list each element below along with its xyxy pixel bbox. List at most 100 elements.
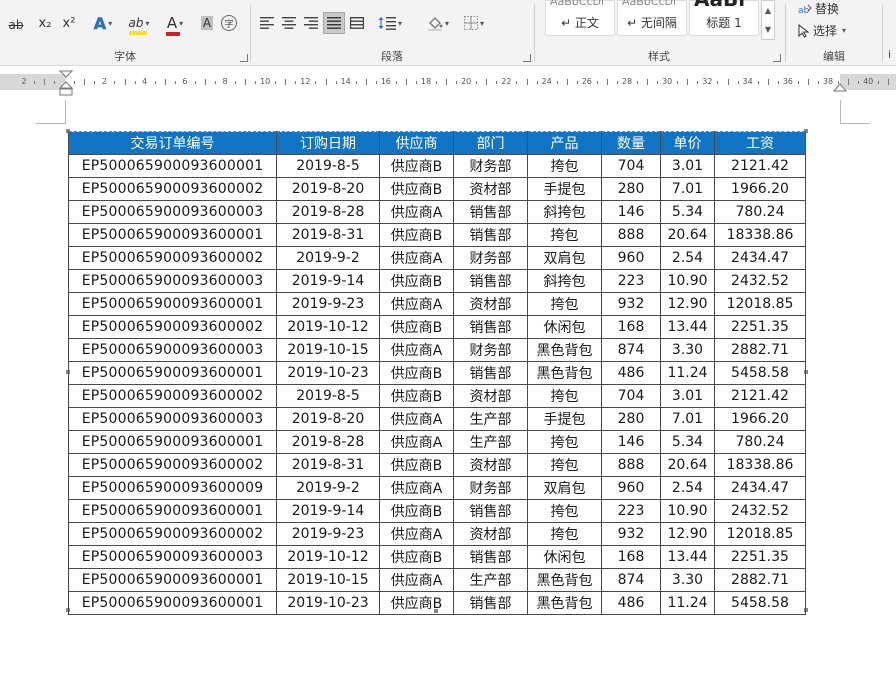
- table-cell[interactable]: EP500065900093600002: [68, 522, 277, 546]
- table-cell[interactable]: 3.30: [660, 568, 715, 592]
- column-header[interactable]: 数量: [601, 131, 661, 155]
- table-cell[interactable]: 932: [601, 522, 661, 546]
- table-cell[interactable]: EP500065900093600001: [68, 430, 277, 454]
- table-cell[interactable]: EP500065900093600003: [68, 200, 277, 224]
- table-cell[interactable]: 2019-8-28: [276, 200, 380, 224]
- table-cell[interactable]: 挎包: [527, 384, 602, 408]
- table-cell[interactable]: 资材部: [453, 453, 528, 477]
- select-button[interactable]: 选择 ▾: [798, 22, 846, 39]
- table-cell[interactable]: 3.30: [660, 338, 715, 362]
- table-cell[interactable]: 888: [601, 453, 661, 477]
- table-cell[interactable]: 供应商A: [379, 568, 454, 592]
- table-cell[interactable]: EP500065900093600003: [68, 338, 277, 362]
- table-cell[interactable]: 10.90: [660, 499, 715, 523]
- right-indent-marker-icon[interactable]: [833, 80, 847, 92]
- table-cell[interactable]: 供应商A: [379, 246, 454, 270]
- table-cell[interactable]: 资材部: [453, 522, 528, 546]
- table-cell[interactable]: 2882.71: [714, 338, 806, 362]
- column-header[interactable]: 单价: [660, 131, 715, 155]
- table-cell[interactable]: 2121.42: [714, 154, 806, 178]
- subscript-button[interactable]: x₂: [34, 12, 56, 34]
- table-cell[interactable]: 2.54: [660, 246, 715, 270]
- table-cell[interactable]: 18338.86: [714, 453, 806, 477]
- table-cell[interactable]: 7.01: [660, 177, 715, 201]
- line-spacing-button[interactable]: ▾: [373, 12, 407, 34]
- table-cell[interactable]: EP500065900093600003: [68, 269, 277, 293]
- table-cell[interactable]: 资材部: [453, 292, 528, 316]
- table-cell[interactable]: 黑色背包: [527, 338, 602, 362]
- table-cell[interactable]: 供应商B: [379, 315, 454, 339]
- table-cell[interactable]: 销售部: [453, 591, 528, 615]
- table-cell[interactable]: 斜挎包: [527, 200, 602, 224]
- distributed-button[interactable]: [347, 12, 367, 34]
- table-cell[interactable]: 146: [601, 200, 661, 224]
- table-cell[interactable]: 挎包: [527, 453, 602, 477]
- table-cell[interactable]: EP500065900093600001: [68, 292, 277, 316]
- table-cell[interactable]: 486: [601, 361, 661, 385]
- table-cell[interactable]: 2019-9-2: [276, 476, 380, 500]
- table-cell[interactable]: 2434.47: [714, 476, 806, 500]
- table-cell[interactable]: 18338.86: [714, 223, 806, 247]
- table-cell[interactable]: 生产部: [453, 430, 528, 454]
- table-cell[interactable]: 5.34: [660, 430, 715, 454]
- font-color-button[interactable]: A ▾: [160, 12, 190, 36]
- char-shading-button[interactable]: A: [198, 12, 216, 34]
- enclose-char-button[interactable]: 字: [219, 12, 239, 34]
- style-no-spacing[interactable]: AaBbCcDi ↵ 无间隔: [617, 0, 687, 36]
- style-normal[interactable]: AaBbCcDi ↵ 正文: [545, 0, 615, 36]
- table-cell[interactable]: EP500065900093600003: [68, 545, 277, 569]
- table-cell[interactable]: 1966.20: [714, 407, 806, 431]
- table-cell[interactable]: 供应商A: [379, 522, 454, 546]
- table-cell[interactable]: EP500065900093600001: [68, 223, 277, 247]
- table-cell[interactable]: 223: [601, 269, 661, 293]
- table-cell[interactable]: EP500065900093600001: [68, 361, 277, 385]
- table-cell[interactable]: 销售部: [453, 200, 528, 224]
- table-cell[interactable]: 2019-9-23: [276, 292, 380, 316]
- table-cell[interactable]: EP500065900093600002: [68, 246, 277, 270]
- table-cell[interactable]: 2019-8-20: [276, 407, 380, 431]
- table-cell[interactable]: 2.54: [660, 476, 715, 500]
- table-cell[interactable]: 资材部: [453, 177, 528, 201]
- table-cell[interactable]: 780.24: [714, 200, 806, 224]
- table-cell[interactable]: 供应商A: [379, 476, 454, 500]
- column-header[interactable]: 产品: [527, 131, 602, 155]
- table-cell[interactable]: 888: [601, 223, 661, 247]
- table-cell[interactable]: 供应商B: [379, 154, 454, 178]
- table-cell[interactable]: EP500065900093600001: [68, 154, 277, 178]
- table-cell[interactable]: 2019-8-31: [276, 223, 380, 247]
- table-cell[interactable]: 2019-10-23: [276, 591, 380, 615]
- styles-gallery-scroll[interactable]: ▲ ▼: [761, 0, 775, 40]
- table-cell[interactable]: 13.44: [660, 545, 715, 569]
- table-cell[interactable]: 2251.35: [714, 315, 806, 339]
- table-cell[interactable]: 5.34: [660, 200, 715, 224]
- table-cell[interactable]: 供应商B: [379, 177, 454, 201]
- table-cell[interactable]: 168: [601, 315, 661, 339]
- table-cell[interactable]: 供应商B: [379, 269, 454, 293]
- table-cell[interactable]: EP500065900093600002: [68, 453, 277, 477]
- table-cell[interactable]: 黑色背包: [527, 361, 602, 385]
- text-effect-button[interactable]: A ▾: [88, 12, 118, 34]
- dialog-launcher-icon[interactable]: [773, 54, 781, 62]
- replace-button[interactable]: ab 替换: [798, 0, 839, 17]
- table-cell[interactable]: 休闲包: [527, 545, 602, 569]
- chevron-down-icon[interactable]: ▼: [765, 25, 771, 34]
- table-cell[interactable]: 2251.35: [714, 545, 806, 569]
- table-cell[interactable]: 2432.52: [714, 499, 806, 523]
- table-cell[interactable]: 双肩包: [527, 246, 602, 270]
- column-header[interactable]: 交易订单编号: [68, 131, 277, 155]
- align-left-button[interactable]: [257, 12, 277, 34]
- table-cell[interactable]: 挎包: [527, 223, 602, 247]
- table-cell[interactable]: 销售部: [453, 499, 528, 523]
- table-cell[interactable]: 11.24: [660, 591, 715, 615]
- table-cell[interactable]: 960: [601, 246, 661, 270]
- indent-marker-icon[interactable]: [59, 70, 73, 98]
- table-cell[interactable]: 供应商B: [379, 223, 454, 247]
- table-cell[interactable]: 2019-10-23: [276, 361, 380, 385]
- table-cell[interactable]: 财务部: [453, 476, 528, 500]
- table-cell[interactable]: 挎包: [527, 522, 602, 546]
- table-cell[interactable]: 生产部: [453, 568, 528, 592]
- table-cell[interactable]: EP500065900093600002: [68, 177, 277, 201]
- dialog-launcher-icon[interactable]: [240, 54, 248, 62]
- strikethrough-button[interactable]: ab: [2, 14, 30, 36]
- table-cell[interactable]: 供应商A: [379, 407, 454, 431]
